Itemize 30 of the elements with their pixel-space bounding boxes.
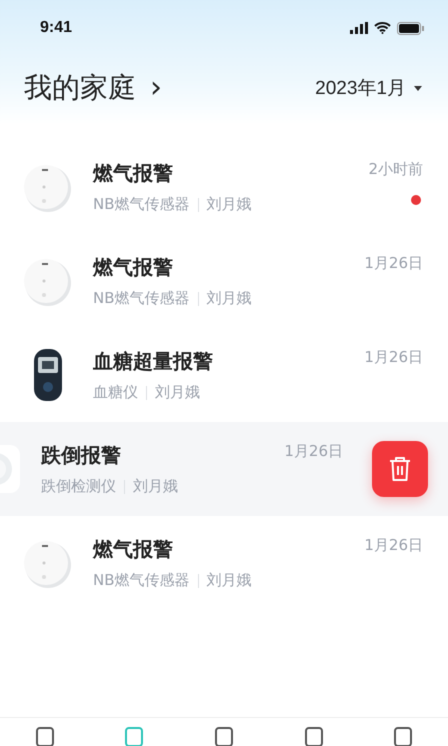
person-name: 刘月娥 [206, 571, 252, 590]
alert-time: 1月26日 [364, 536, 423, 555]
device-name: NB燃气传感器 [93, 195, 190, 214]
alert-time: 1月26日 [284, 442, 343, 461]
month-selector[interactable]: 2023年1月 [315, 75, 422, 101]
status-time: 9:41 [40, 19, 72, 37]
wifi-icon [374, 22, 391, 34]
person-name: 刘月娥 [155, 383, 200, 402]
signal-icon [350, 22, 368, 34]
battery-icon [397, 22, 424, 34]
device-name: 跌倒检测仪 [41, 477, 116, 496]
family-selector[interactable]: 我的家庭 › [24, 69, 162, 107]
alert-row[interactable]: 跌倒报警 跌倒检测仪 刘月娥 1月26日 [0, 422, 448, 516]
device-name: NB燃气传感器 [93, 289, 190, 308]
delete-button[interactable] [372, 441, 428, 497]
person-name: 刘月娥 [133, 477, 178, 496]
alert-title: 燃气报警 [93, 160, 174, 187]
alert-time: 2小时前 [368, 160, 423, 179]
alert-time: 1月26日 [364, 254, 423, 273]
device-name: 血糖仪 [93, 383, 138, 402]
caret-icon [414, 86, 422, 90]
device-name: NB燃气传感器 [93, 571, 190, 590]
alert-title: 血糖超量报警 [93, 348, 214, 375]
trash-icon [389, 456, 411, 482]
alert-time: 1月26日 [364, 348, 423, 367]
person-name: 刘月娥 [206, 289, 252, 308]
alert-title: 跌倒报警 [41, 442, 122, 469]
person-name: 刘月娥 [206, 195, 252, 214]
alert-title: 燃气报警 [93, 254, 174, 281]
alert-title: 燃气报警 [93, 536, 174, 563]
